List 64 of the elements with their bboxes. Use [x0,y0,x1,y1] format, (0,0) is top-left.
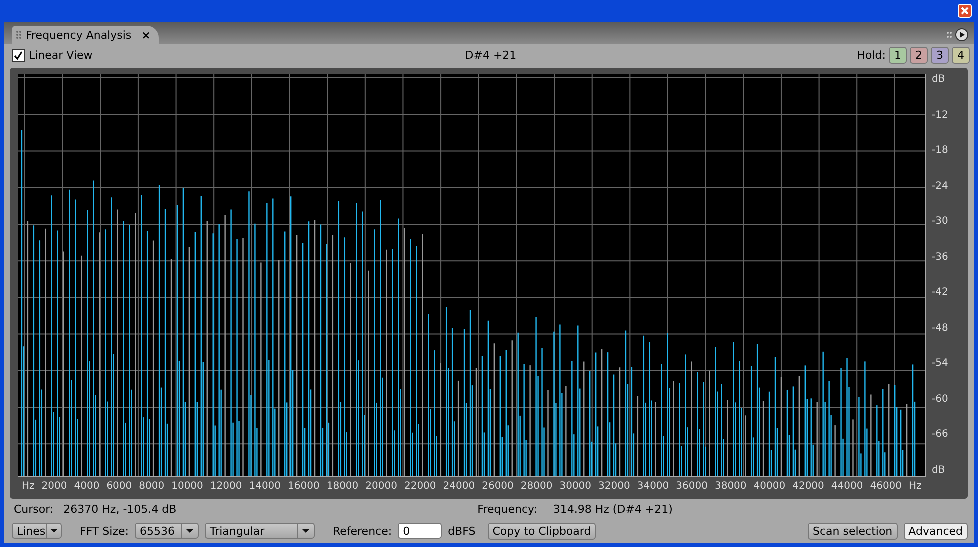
x-axis-label: 22000 [404,480,436,492]
tab-close-button[interactable]: × [142,28,151,42]
frequency-value: 314.98 Hz (D#4 +21) [553,502,673,516]
fft-size-label: FFT Size: [80,524,129,538]
cursor-value: 26370 Hz, -105.4 dB [64,502,178,516]
y-axis-label: -36 [931,252,950,263]
y-axis-label: -54 [931,358,950,370]
close-icon[interactable] [958,4,972,18]
advanced-button[interactable]: Advanced [904,522,968,540]
x-axis-label: 44000 [831,480,864,492]
x-axis-label: 12000 [210,480,242,492]
display-dropdown[interactable]: Lines [12,523,62,539]
x-axis-label: 34000 [637,480,670,492]
x-axis-label: 8000 [139,480,165,492]
x-axis-label: 18000 [326,480,359,492]
hold-button[interactable]: 1 [888,46,907,64]
x-axis-label: 6000 [106,480,132,492]
x-axis-label: 30000 [560,480,592,492]
x-axis-label: 40000 [754,480,786,492]
note-readout: D#4 +21 [464,48,518,62]
y-axis-label: -30 [931,216,950,228]
x-axis-label: 16000 [288,480,320,492]
y-axis-label: -12 [931,110,950,121]
y-axis-label: -42 [931,287,950,298]
window-dropdown[interactable]: Triangular [204,523,315,539]
scan-selection-button[interactable]: Scan selection [808,522,898,540]
reference-unit: dBFS [448,524,476,538]
x-axis-label: 38000 [714,480,747,492]
x-axis-label: 24000 [443,480,476,492]
x-axis-label: 26000 [482,480,514,492]
hold-button[interactable]: 3 [930,46,949,64]
hold-button[interactable]: 2 [910,46,928,64]
reference-input[interactable]: 0 [398,523,442,539]
x-axis-label: 28000 [520,480,553,492]
x-axis-label: 10000 [172,480,204,492]
y-axis-label: -48 [931,322,950,334]
x-axis-label: Hz [22,480,35,492]
x-axis-label: 32000 [598,480,630,492]
tab-label: Frequency Analysis [26,28,132,42]
x-axis-label: 20000 [366,480,398,492]
y-axis-label: -60 [931,394,950,405]
hold-button[interactable]: 4 [952,46,970,64]
linear-view-checkbox[interactable] [12,48,25,62]
reference-label: Reference: [332,524,392,538]
x-axis-label: 2000 [42,480,68,492]
cursor-label: Cursor: [14,502,54,516]
hold-label: Hold: [857,48,886,62]
grip-icon [16,30,22,40]
y-axis-label: -18 [931,145,950,156]
x-axis-label: 36000 [676,480,708,492]
x-axis-label: Hz [909,480,922,492]
panel-tab[interactable]: Frequency Analysis × [12,26,159,44]
y-axis-label: -24 [931,180,950,192]
copy-to-clipboard-button[interactable]: Copy to Clipboard [488,522,596,540]
y-axis-label: dB [931,464,946,476]
y-axis-label: dB [931,74,946,85]
x-axis-label: 46000 [870,480,902,492]
x-axis-label: 42000 [792,480,824,492]
y-axis-label: -66 [931,429,950,440]
fft-size-dropdown[interactable]: 65536 [134,523,199,539]
x-axis-label: 14000 [249,480,282,492]
x-axis-label: 4000 [74,480,100,492]
frequency-label: Frequency: [478,502,538,516]
linear-view-label: Linear View [29,48,93,62]
